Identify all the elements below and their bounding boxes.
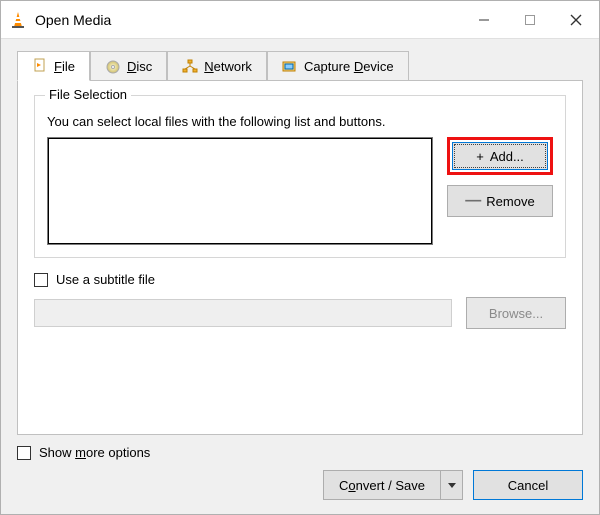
- cancel-button[interactable]: Cancel: [473, 470, 583, 500]
- browse-button: Browse...: [466, 297, 566, 329]
- window-title: Open Media: [35, 12, 111, 28]
- more-options-checkbox[interactable]: [17, 446, 31, 460]
- open-media-window: Open Media File Disc: [0, 0, 600, 515]
- group-title: File Selection: [45, 87, 131, 102]
- capture-icon: [282, 59, 298, 75]
- plus-icon: +: [476, 149, 484, 164]
- tab-file[interactable]: File: [17, 51, 90, 81]
- convert-save-button[interactable]: Convert / Save: [323, 470, 463, 500]
- tab-panel-file: File Selection You can select local file…: [17, 80, 583, 435]
- file-list[interactable]: [47, 137, 433, 245]
- remove-button[interactable]: — Remove: [447, 185, 553, 217]
- titlebar: Open Media: [1, 1, 599, 39]
- more-options-label: Show more options: [39, 445, 150, 460]
- tab-disc[interactable]: Disc: [90, 51, 167, 81]
- client-area: File Disc Network Capture Device: [1, 39, 599, 514]
- tab-capture-device[interactable]: Capture Device: [267, 51, 409, 81]
- tab-network[interactable]: Network: [167, 51, 267, 81]
- subtitle-checkbox[interactable]: [34, 273, 48, 287]
- subtitle-label: Use a subtitle file: [56, 272, 155, 287]
- add-highlight: + Add...: [447, 137, 553, 175]
- file-selection-group: File Selection You can select local file…: [34, 95, 566, 258]
- chevron-down-icon[interactable]: [441, 470, 463, 500]
- tab-strip: File Disc Network Capture Device: [17, 51, 583, 81]
- maximize-button[interactable]: [507, 1, 553, 39]
- subtitle-section: Use a subtitle file Browse...: [34, 272, 566, 329]
- disc-icon: [105, 59, 121, 75]
- network-icon: [182, 59, 198, 75]
- minus-icon: —: [465, 192, 480, 210]
- close-button[interactable]: [553, 1, 599, 39]
- file-selection-help: You can select local files with the foll…: [47, 114, 553, 129]
- bottom-bar: Show more options Convert / Save Cancel: [17, 435, 583, 506]
- vlc-icon: [9, 11, 27, 29]
- file-icon: [32, 58, 48, 74]
- add-button[interactable]: + Add...: [452, 142, 548, 170]
- minimize-button[interactable]: [461, 1, 507, 39]
- subtitle-path-input: [34, 299, 452, 327]
